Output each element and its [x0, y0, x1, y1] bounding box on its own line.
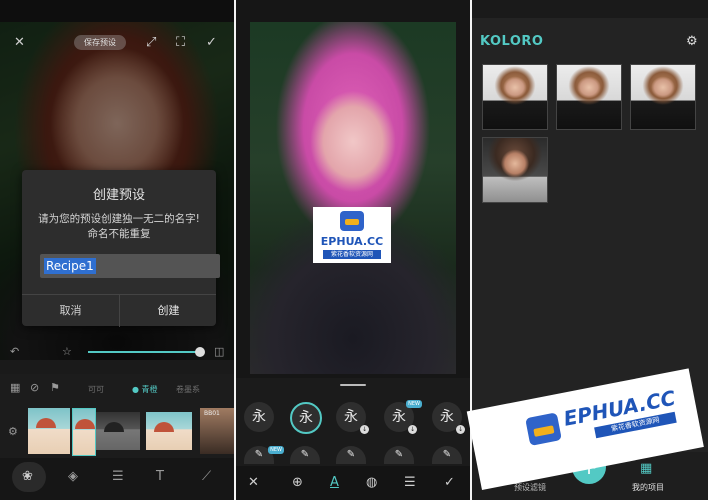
text-toolbar [236, 466, 470, 500]
download-icon: ↓ [456, 425, 465, 434]
bookmark-icon[interactable]: ⚑ [50, 382, 60, 393]
settings-icon[interactable]: ⚙ [686, 35, 698, 48]
crop-icon[interactable]: ⛶ [176, 36, 185, 49]
confirm-icon[interactable]: ✓ [444, 476, 455, 489]
filter-badge: BB01 [204, 410, 220, 417]
app-title: KOLORO [480, 34, 544, 49]
watermark-sticker-center: EPHUA.CC 紫花香软资源网 [313, 207, 391, 263]
font-chip-3[interactable]: 永 ↓ [336, 402, 369, 434]
cancel-button[interactable]: 取消 [22, 295, 119, 327]
check-icon[interactable]: ✓ [206, 36, 217, 49]
grid-icon[interactable]: ▦ [10, 382, 20, 393]
editor-panel-preset: ✕ 保存预设 ⤢ ⛶ ✓ 创建预设 请为您的预设创建独一无二的名字! 命名不能重… [0, 0, 234, 500]
nav-preset-filters[interactable]: 预设滤镜 [514, 482, 546, 493]
filters-icon: ❀ [22, 469, 33, 484]
new-badge: NEW [268, 446, 284, 454]
create-preset-dialog: 创建预设 请为您的预设创建独一无二的名字! 命名不能重复 Recipe1 取消 … [22, 170, 220, 327]
font-chip-4-glyph: 永 [392, 409, 406, 425]
font-chip-5[interactable]: 永 ↓ [432, 402, 465, 434]
layers-icon[interactable]: ◈ [68, 470, 78, 483]
save-preset-pill[interactable]: 保存预设 [74, 35, 126, 50]
watermark-brand: EPHUA.CC [320, 235, 384, 248]
status-bar [472, 0, 708, 18]
dialog-message-line1: 请为您的预设创建独一无二的名字! [38, 213, 200, 225]
watermark-logo-icon [525, 412, 562, 446]
photo-preview-pink [250, 22, 456, 374]
filter-tab-2[interactable]: ● 青橙 [132, 384, 158, 395]
filter-tab-3[interactable]: 卷墨系 [176, 384, 200, 395]
add-text-icon[interactable]: ⊕ [292, 476, 303, 489]
filter-thumb[interactable] [146, 412, 192, 450]
watermark-logo-icon [340, 211, 364, 231]
compare-split-icon[interactable]: ◫ [214, 346, 224, 357]
font-style-icon[interactable]: A [330, 476, 339, 489]
create-button[interactable]: 创建 [120, 295, 217, 327]
project-thumb[interactable] [482, 137, 548, 203]
compare-icon[interactable]: ⤢ [146, 36, 156, 49]
filter-thumb[interactable] [96, 412, 140, 450]
project-thumb[interactable] [630, 64, 696, 130]
close-icon[interactable]: ✕ [14, 36, 25, 49]
my-projects-icon[interactable]: ▦ [640, 462, 652, 475]
preset-name-value: Recipe1 [44, 258, 96, 274]
undo-icon[interactable]: ↶ [10, 346, 19, 357]
watermark-tagline: 紫花香软资源网 [323, 250, 381, 259]
star-icon[interactable]: ☆ [62, 346, 72, 357]
filters-tool-button[interactable]: ❀ [12, 462, 46, 492]
filter-tab-2-label: 青橙 [141, 385, 158, 394]
new-badge: NEW [406, 400, 422, 408]
manage-filters-icon[interactable]: ⚙ [8, 426, 18, 437]
intensity-slider-fill [88, 351, 200, 353]
align-icon[interactable]: ☰ [404, 476, 416, 489]
font-chip-3-glyph: 永 [344, 409, 358, 425]
dialog-buttons: 取消 创建 [22, 294, 216, 327]
color-palette-icon[interactable]: ◍ [366, 476, 377, 489]
dialog-message: 请为您的预设创建独一无二的名字! 命名不能重复 [32, 212, 206, 242]
dialog-title: 创建预设 [92, 188, 145, 203]
filter-thumb[interactable] [28, 408, 70, 454]
no-filter-icon[interactable]: ⊘ [30, 382, 39, 393]
adjust-icon[interactable]: ☰ [112, 470, 124, 483]
font-chip-2[interactable]: 永 [290, 402, 322, 434]
filter-thumb[interactable] [72, 408, 96, 456]
close-icon[interactable]: ✕ [248, 476, 259, 489]
filter-thumb[interactable]: BB01 [200, 408, 234, 454]
font-chip-5-glyph: 永 [440, 409, 454, 425]
project-thumb[interactable] [556, 64, 622, 130]
preset-name-input[interactable]: Recipe1 [40, 254, 220, 278]
font-chip-1[interactable]: 永 [244, 402, 274, 432]
crop-tool-icon[interactable]: ⟋ [202, 470, 211, 483]
drawer-handle[interactable] [340, 384, 366, 386]
dialog-message-line2: 命名不能重复 [87, 228, 151, 240]
intensity-slider[interactable] [88, 347, 205, 357]
project-thumb[interactable] [482, 64, 548, 130]
intensity-slider-handle[interactable] [195, 347, 205, 357]
nav-my-projects[interactable]: 我的项目 [632, 482, 664, 493]
text-icon[interactable]: T [156, 470, 164, 483]
download-icon: ↓ [408, 425, 417, 434]
download-icon: ↓ [360, 425, 369, 434]
filter-tab-1[interactable]: 可可 [88, 384, 104, 395]
